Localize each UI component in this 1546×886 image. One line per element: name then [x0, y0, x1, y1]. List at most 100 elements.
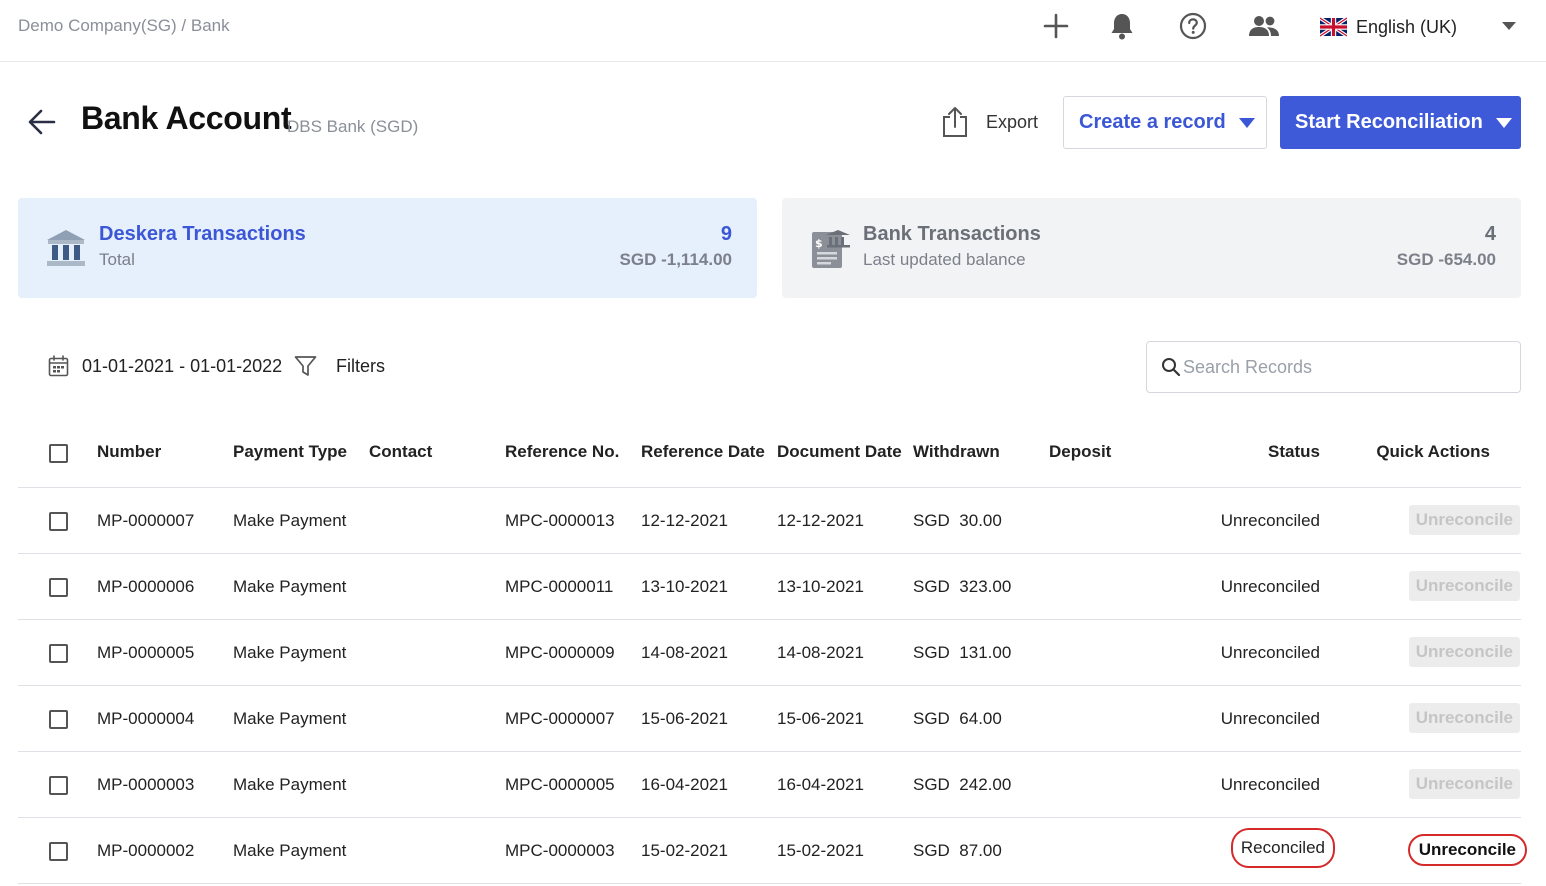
column-header-status[interactable]: Status	[1268, 442, 1320, 462]
chevron-down-icon[interactable]	[1502, 22, 1516, 30]
unreconcile-button[interactable]: Unreconcile	[1407, 834, 1527, 866]
cell-reference-date: 15-02-2021	[641, 841, 728, 860]
unreconcile-button[interactable]: Unreconcile	[1408, 703, 1520, 733]
cell-payment-type: Make Payment	[233, 775, 347, 794]
cell-document-date: 13-10-2021	[777, 577, 864, 596]
unreconcile-button[interactable]: Unreconcile	[1408, 505, 1520, 535]
search-input[interactable]	[1183, 356, 1503, 378]
status-badge: Reconciled	[1230, 828, 1335, 868]
cell-document-date: 15-06-2021	[777, 709, 864, 728]
arrow-left-icon[interactable]	[26, 106, 58, 138]
chevron-down-icon	[1238, 117, 1255, 128]
cell-reference-no: MPC-0000003	[505, 841, 615, 860]
cell-payment-type: Make Payment	[233, 511, 347, 530]
cell-number[interactable]: MP-0000005	[97, 643, 194, 663]
table-row[interactable]: MP-0000006 Make Payment MPC-0000011 13-1…	[18, 554, 1521, 620]
bank-statement-icon: $	[812, 230, 850, 268]
start-reconciliation-label: Start Reconciliation	[1295, 111, 1483, 133]
svg-text:$: $	[815, 237, 823, 250]
uk-flag-icon	[1320, 16, 1347, 38]
export-label: Export	[986, 111, 1039, 132]
status-badge: Unreconciled	[1220, 511, 1320, 530]
cell-reference-no: MPC-0000009	[505, 643, 615, 662]
cell-payment-type: Make Payment	[233, 709, 347, 728]
cell-document-date: 16-04-2021	[777, 775, 864, 794]
create-record-button[interactable]: Create a record	[1063, 96, 1267, 149]
unreconcile-button[interactable]: Unreconcile	[1408, 769, 1520, 799]
column-header-withdrawn[interactable]: Withdrawn	[913, 442, 1000, 462]
cell-document-date: 14-08-2021	[777, 643, 864, 662]
row-checkbox[interactable]	[49, 512, 68, 531]
column-header-document-date[interactable]: Document Date	[777, 442, 902, 462]
bank-transactions-card[interactable]: $ Bank Transactions Last updated balance…	[782, 198, 1521, 298]
column-header-payment-type[interactable]: Payment Type	[233, 442, 347, 462]
select-all-checkbox[interactable]	[49, 444, 68, 463]
language-label: English (UK)	[1356, 16, 1458, 37]
column-header-reference-date[interactable]: Reference Date	[641, 442, 765, 462]
bank-building-icon	[47, 230, 85, 266]
cell-reference-date: 16-04-2021	[641, 775, 728, 794]
cell-number[interactable]: MP-0000003	[97, 775, 194, 795]
table-row[interactable]: MP-0000002 Make Payment MPC-0000003 15-0…	[18, 818, 1527, 884]
question-circle-icon[interactable]	[1177, 10, 1209, 42]
funnel-icon	[294, 356, 317, 376]
deskera-card-count: 9	[720, 223, 732, 245]
language-selector[interactable]: English (UK)	[1320, 12, 1457, 42]
unreconcile-button[interactable]: Unreconcile	[1408, 571, 1520, 601]
unreconcile-button[interactable]: Unreconcile	[1408, 637, 1520, 667]
users-icon[interactable]	[1248, 10, 1280, 42]
row-checkbox[interactable]	[49, 710, 68, 729]
share-upload-icon	[943, 107, 967, 137]
search-box[interactable]	[1146, 341, 1521, 393]
start-reconciliation-button[interactable]: Start Reconciliation	[1280, 96, 1521, 149]
bank-card-subtitle: Last updated balance	[863, 250, 1026, 269]
table-row[interactable]: MP-0000004 Make Payment MPC-0000007 15-0…	[18, 686, 1521, 752]
column-header-contact[interactable]: Contact	[369, 442, 432, 462]
status-badge: Unreconciled	[1220, 577, 1320, 596]
top-bar: Demo Company(SG) / Bank English (UK)	[0, 0, 1546, 62]
cell-withdrawn: SGD 131.00	[913, 643, 1012, 662]
status-badge: Unreconciled	[1220, 643, 1320, 662]
cell-payment-type: Make Payment	[233, 841, 347, 860]
status-badge: Unreconciled	[1220, 709, 1320, 728]
table-row[interactable]: MP-0000005 Make Payment MPC-0000009 14-0…	[18, 620, 1521, 686]
row-checkbox[interactable]	[49, 776, 68, 795]
calendar-icon	[48, 355, 69, 377]
deskera-card-subtitle: Total	[99, 250, 135, 269]
cell-number[interactable]: MP-0000002	[97, 841, 194, 861]
cell-withdrawn: SGD 64.00	[913, 709, 1002, 728]
cell-withdrawn: SGD 30.00	[913, 511, 1002, 530]
bell-icon[interactable]	[1106, 10, 1138, 42]
cell-withdrawn: SGD 87.00	[913, 841, 1002, 860]
cell-payment-type: Make Payment	[233, 643, 347, 662]
cell-number[interactable]: MP-0000004	[97, 709, 194, 729]
filters-label: Filters	[336, 355, 385, 376]
row-checkbox[interactable]	[49, 578, 68, 597]
export-button[interactable]: Export	[940, 102, 1038, 142]
cell-reference-date: 15-06-2021	[641, 709, 728, 728]
cell-payment-type: Make Payment	[233, 577, 347, 596]
page-subtitle: DBS Bank (SGD)	[287, 117, 419, 136]
date-range-picker[interactable]: 01-01-2021 - 01-01-2022	[48, 354, 282, 378]
breadcrumb[interactable]: Demo Company(SG) / Bank	[18, 16, 230, 36]
deskera-transactions-card[interactable]: Deskera Transactions Total 9 SGD -1,114.…	[18, 198, 757, 298]
column-header-number[interactable]: Number	[97, 442, 161, 462]
column-header-reference-no[interactable]: Reference No.	[505, 442, 619, 462]
chevron-down-icon	[1495, 117, 1512, 128]
bank-card-title: Bank Transactions	[863, 223, 1041, 245]
search-icon	[1162, 358, 1181, 377]
cell-reference-no: MPC-0000005	[505, 775, 615, 794]
cell-number[interactable]: MP-0000007	[97, 511, 194, 531]
cell-reference-no: MPC-0000013	[505, 511, 615, 530]
filters-button[interactable]: Filters	[294, 354, 385, 378]
table-row[interactable]: MP-0000003 Make Payment MPC-0000005 16-0…	[18, 752, 1521, 818]
plus-icon[interactable]	[1040, 10, 1072, 42]
row-checkbox[interactable]	[49, 644, 68, 663]
date-range-label: 01-01-2021 - 01-01-2022	[82, 355, 283, 376]
status-badge: Unreconciled	[1220, 775, 1320, 794]
table-row[interactable]: MP-0000007 Make Payment MPC-0000013 12-1…	[18, 488, 1521, 554]
bank-card-amount: SGD -654.00	[1396, 250, 1496, 269]
cell-number[interactable]: MP-0000006	[97, 577, 194, 597]
column-header-deposit[interactable]: Deposit	[1049, 442, 1111, 462]
row-checkbox[interactable]	[49, 842, 68, 861]
